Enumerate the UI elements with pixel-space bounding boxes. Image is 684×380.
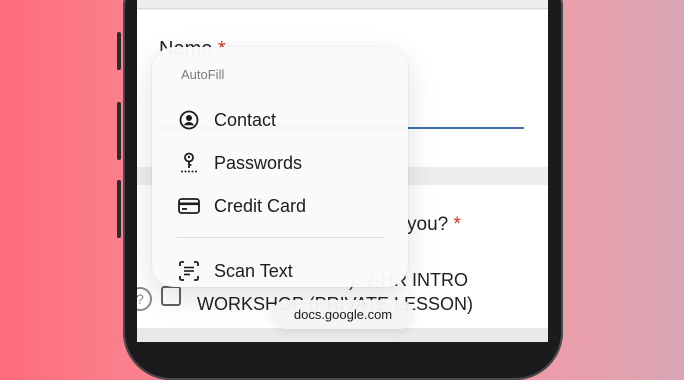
question-title: you? * bbox=[407, 214, 461, 236]
phone-volume-up-button bbox=[117, 102, 121, 160]
autofill-menu-divider bbox=[177, 237, 384, 238]
autofill-item-label: Credit Card bbox=[214, 195, 307, 216]
bottom-toolbar-area bbox=[137, 328, 548, 342]
phone-volume-down-button bbox=[117, 180, 121, 238]
credit-card-icon bbox=[178, 195, 200, 217]
address-bar[interactable]: docs.google.com bbox=[272, 300, 414, 329]
autofill-item-label: Scan Text bbox=[214, 260, 293, 281]
autofill-item-scan-text[interactable]: Scan Text bbox=[178, 258, 388, 284]
scan-text-icon bbox=[178, 260, 200, 282]
contact-icon bbox=[178, 109, 200, 131]
autofill-item-passwords[interactable]: Passwords bbox=[178, 150, 388, 176]
help-icon[interactable]: ? bbox=[137, 287, 152, 311]
key-icon bbox=[178, 152, 200, 174]
autofill-item-credit-card[interactable]: Credit Card bbox=[178, 193, 388, 219]
autofill-item-contact[interactable]: Contact bbox=[178, 107, 388, 133]
autofill-item-label: Passwords bbox=[214, 152, 303, 173]
question-text: you? bbox=[407, 214, 449, 235]
option-checkbox[interactable] bbox=[161, 286, 181, 306]
autofill-menu: AutoFill Contact Passwords Credit Card S… bbox=[152, 47, 408, 287]
question-required-asterisk: * bbox=[453, 214, 461, 235]
autofill-menu-title: AutoFill bbox=[181, 67, 225, 82]
phone-side-button bbox=[117, 32, 121, 70]
form-card-border bbox=[137, 8, 548, 9]
autofill-item-label: Contact bbox=[214, 109, 277, 130]
